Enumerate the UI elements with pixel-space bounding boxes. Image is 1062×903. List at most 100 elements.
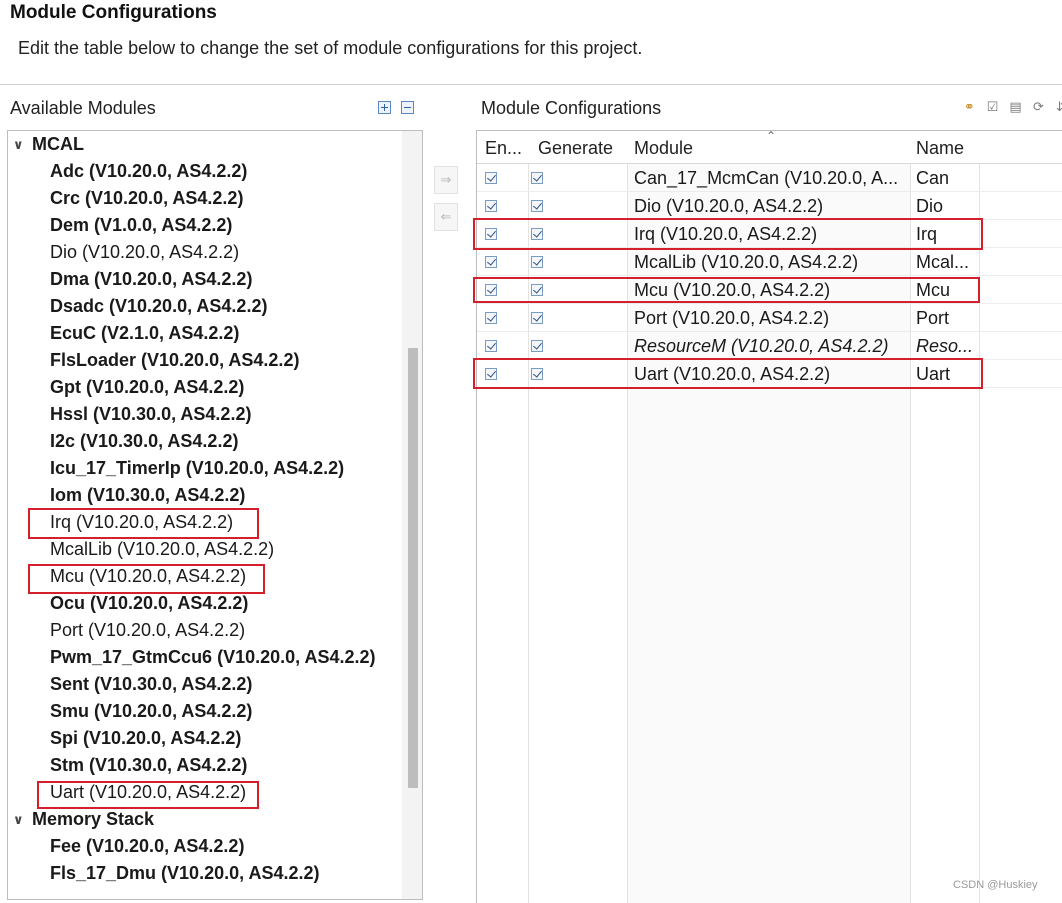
enabled-checkbox[interactable] bbox=[485, 200, 497, 212]
module-configurations-title: Module Configurations bbox=[481, 98, 662, 118]
generate-checkbox[interactable] bbox=[531, 256, 543, 268]
enabled-checkbox[interactable] bbox=[485, 256, 497, 268]
watermark: CSDN @Huskiey bbox=[953, 879, 1038, 891]
tree-item[interactable]: Dem (V1.0.0, AS4.2.2) bbox=[8, 212, 402, 239]
name-cell: Uart bbox=[916, 364, 951, 384]
tree-item[interactable]: McalLib (V10.20.0, AS4.2.2) bbox=[8, 536, 402, 563]
tree-item[interactable]: Ocu (V10.20.0, AS4.2.2) bbox=[8, 590, 402, 617]
tree-item[interactable]: Sent (V10.30.0, AS4.2.2) bbox=[8, 671, 402, 698]
left-toolbar bbox=[378, 101, 414, 114]
table-row[interactable]: Port (V10.20.0, AS4.2.2) Port bbox=[477, 304, 1062, 332]
tree-item[interactable]: Hssl (V10.30.0, AS4.2.2) bbox=[8, 401, 402, 428]
table-row[interactable]: Mcu (V10.20.0, AS4.2.2) Mcu bbox=[477, 276, 1062, 304]
column-header-module[interactable]: Module bbox=[634, 131, 693, 164]
expand-all-icon[interactable] bbox=[378, 101, 391, 114]
enabled-checkbox[interactable] bbox=[485, 340, 497, 352]
tree-item[interactable]: Gpt (V10.20.0, AS4.2.2) bbox=[8, 374, 402, 401]
table-row[interactable]: Uart (V10.20.0, AS4.2.2) Uart bbox=[477, 360, 1062, 388]
tree-item[interactable]: Mcu (V10.20.0, AS4.2.2) bbox=[8, 563, 402, 590]
available-modules-tree[interactable]: ∨ MCAL Adc (V10.20.0, AS4.2.2) Crc (V10.20.… bbox=[7, 130, 423, 900]
header-divider bbox=[0, 84, 1062, 85]
validate-icon[interactable]: ☑ bbox=[985, 99, 1000, 115]
tree-item[interactable]: Uart (V10.20.0, AS4.2.2) bbox=[8, 779, 402, 806]
generate-icon[interactable]: ⟳ bbox=[1031, 99, 1046, 115]
enabled-checkbox[interactable] bbox=[485, 368, 497, 380]
tree-item[interactable]: Adc (V10.20.0, AS4.2.2) bbox=[8, 158, 402, 185]
tree-group[interactable]: ∨ MCAL bbox=[8, 131, 402, 158]
name-cell: Port bbox=[916, 308, 950, 328]
add-module-button[interactable]: ⇒ bbox=[434, 166, 458, 194]
generate-checkbox[interactable] bbox=[531, 228, 543, 240]
tree-item[interactable]: Pwm_17_GtmCcu6 (V10.20.0, AS4.2.2) bbox=[8, 644, 402, 671]
tree-scroll-thumb[interactable] bbox=[408, 348, 418, 788]
link-icon[interactable]: ⚭ bbox=[962, 99, 977, 115]
table-row[interactable]: ResourceM (V10.20.0, AS4.2.2) Reso... bbox=[477, 332, 1062, 360]
generate-checkbox[interactable] bbox=[531, 368, 543, 380]
generate-checkbox[interactable] bbox=[531, 200, 543, 212]
column-header-name[interactable]: Name bbox=[916, 131, 964, 164]
add-module-icon: ⇒ bbox=[440, 172, 452, 187]
tree-item[interactable]: FlsLoader (V10.20.0, AS4.2.2) bbox=[8, 347, 402, 374]
enabled-checkbox[interactable] bbox=[485, 284, 497, 296]
collapse-all-icon[interactable] bbox=[401, 101, 414, 114]
module-cell: Mcu (V10.20.0, AS4.2.2) bbox=[634, 280, 831, 300]
tree-item[interactable]: I2c (V10.30.0, AS4.2.2) bbox=[8, 428, 402, 455]
tree-item[interactable]: Dma (V10.20.0, AS4.2.2) bbox=[8, 266, 402, 293]
column-header-enabled[interactable]: En... bbox=[485, 131, 522, 164]
sort-ascending-icon: ⌃ bbox=[766, 130, 777, 143]
tree-scrollbar[interactable] bbox=[402, 131, 422, 899]
name-cell: Can bbox=[916, 168, 950, 188]
name-cell: Dio bbox=[916, 196, 944, 216]
generate-checkbox[interactable] bbox=[531, 340, 543, 352]
table-row[interactable]: McalLib (V10.20.0, AS4.2.2) Mcal... bbox=[477, 248, 1062, 276]
module-cell: Port (V10.20.0, AS4.2.2) bbox=[634, 308, 830, 328]
chevron-down-icon[interactable]: ∨ bbox=[13, 131, 24, 158]
paste-icon[interactable]: ▤ bbox=[1008, 99, 1023, 115]
tree-group-label: Memory Stack bbox=[32, 809, 155, 829]
generate-checkbox[interactable] bbox=[531, 312, 543, 324]
tree-item[interactable]: Port (V10.20.0, AS4.2.2) bbox=[8, 617, 402, 644]
tree-item[interactable]: Smu (V10.20.0, AS4.2.2) bbox=[8, 698, 402, 725]
table-header: En... Generate Module ⌃ Name bbox=[477, 131, 1062, 164]
right-toolbar: ⚭ ☑ ▤ ⟳ ⇵ bbox=[962, 99, 1062, 115]
module-cell: Irq (V10.20.0, AS4.2.2) bbox=[634, 224, 818, 244]
tree-item[interactable]: Fls_17_Dmu (V10.20.0, AS4.2.2) bbox=[8, 860, 402, 887]
more-icon[interactable]: ⇵ bbox=[1054, 99, 1062, 115]
tree-item[interactable]: EcuC (V2.1.0, AS4.2.2) bbox=[8, 320, 402, 347]
tree-item[interactable]: Stm (V10.30.0, AS4.2.2) bbox=[8, 752, 402, 779]
module-cell: Uart (V10.20.0, AS4.2.2) bbox=[634, 364, 831, 384]
remove-module-button[interactable]: ⇐ bbox=[434, 203, 458, 231]
enabled-checkbox[interactable] bbox=[485, 228, 497, 240]
tree-item[interactable]: Icu_17_TimerIp (V10.20.0, AS4.2.2) bbox=[8, 455, 402, 482]
name-cell: Irq bbox=[916, 224, 938, 244]
column-header-generate[interactable]: Generate bbox=[538, 131, 613, 164]
module-cell: Dio (V10.20.0, AS4.2.2) bbox=[634, 196, 824, 216]
tree-group-label: MCAL bbox=[32, 134, 84, 154]
generate-checkbox[interactable] bbox=[531, 284, 543, 296]
module-cell: Can_17_McmCan (V10.20.0, A... bbox=[634, 168, 899, 188]
enabled-checkbox[interactable] bbox=[485, 312, 497, 324]
tree-content: ∨ MCAL Adc (V10.20.0, AS4.2.2) Crc (V10.20.… bbox=[8, 131, 402, 887]
page-description: Edit the table below to change the set o… bbox=[18, 38, 643, 58]
tree-item[interactable]: Dio (V10.20.0, AS4.2.2) bbox=[8, 239, 402, 266]
tree-item[interactable]: Spi (V10.20.0, AS4.2.2) bbox=[8, 725, 402, 752]
remove-module-icon: ⇐ bbox=[440, 209, 452, 224]
name-cell: Mcu bbox=[916, 280, 951, 300]
table-row[interactable]: Can_17_McmCan (V10.20.0, A... Can bbox=[477, 164, 1062, 192]
module-configurations-table[interactable]: En... Generate Module ⌃ Name Can_17_McmC… bbox=[476, 130, 1062, 903]
tree-item[interactable]: Irq (V10.20.0, AS4.2.2) bbox=[8, 509, 402, 536]
generate-checkbox[interactable] bbox=[531, 172, 543, 184]
module-cell: ResourceM (V10.20.0, AS4.2.2) bbox=[634, 336, 889, 356]
table-body: Can_17_McmCan (V10.20.0, A... Can Dio (V10… bbox=[477, 164, 1062, 388]
tree-group[interactable]: ∨ Memory Stack bbox=[8, 806, 402, 833]
name-cell: Mcal... bbox=[916, 252, 970, 272]
table-row[interactable]: Irq (V10.20.0, AS4.2.2) Irq bbox=[477, 220, 1062, 248]
tree-item[interactable]: Iom (V10.30.0, AS4.2.2) bbox=[8, 482, 402, 509]
tree-item[interactable]: Crc (V10.20.0, AS4.2.2) bbox=[8, 185, 402, 212]
table-row[interactable]: Dio (V10.20.0, AS4.2.2) Dio bbox=[477, 192, 1062, 220]
chevron-down-icon[interactable]: ∨ bbox=[13, 806, 24, 833]
page-title: Module Configurations bbox=[10, 2, 217, 23]
tree-item[interactable]: Dsadc (V10.20.0, AS4.2.2) bbox=[8, 293, 402, 320]
enabled-checkbox[interactable] bbox=[485, 172, 497, 184]
tree-item[interactable]: Fee (V10.20.0, AS4.2.2) bbox=[8, 833, 402, 860]
